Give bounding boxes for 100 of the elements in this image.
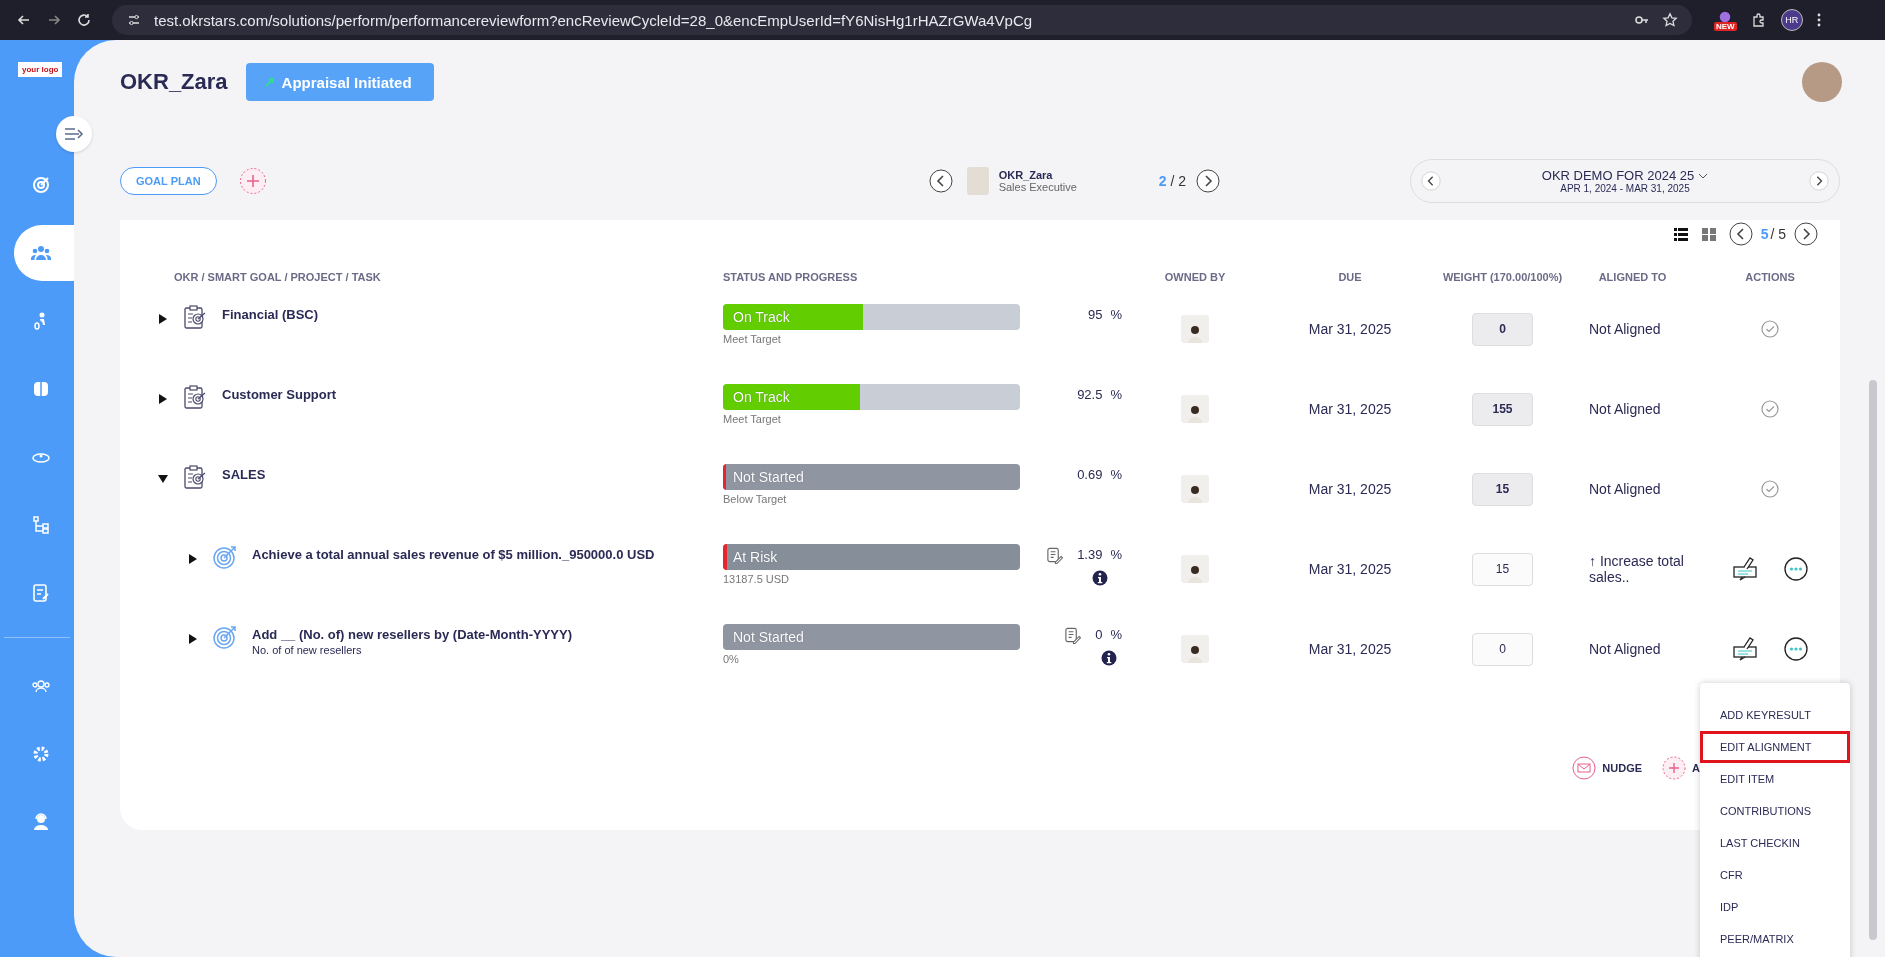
- column-header: STATUS AND PROGRESS: [723, 271, 859, 283]
- check-circle-icon[interactable]: [1760, 319, 1780, 339]
- employee-role: Sales Executive: [998, 181, 1078, 193]
- target-icon: [212, 544, 238, 570]
- team-icon: [31, 243, 51, 263]
- weight-field[interactable]: 15: [1472, 472, 1533, 506]
- target-icon: [212, 624, 238, 650]
- more-options-icon[interactable]: [1784, 557, 1808, 581]
- mail-icon: [1572, 756, 1597, 780]
- menu-item[interactable]: EDIT ALIGNMENT: [1700, 731, 1850, 763]
- menu-item[interactable]: CONTRIBUTIONS: [1700, 795, 1850, 827]
- employee-name: OKR_Zara: [998, 169, 1054, 181]
- goal-title[interactable]: Financial (BSC): [222, 307, 319, 322]
- more-options-icon[interactable]: [1784, 637, 1808, 661]
- page-current: 2: [1158, 173, 1167, 189]
- expand-arrow-icon[interactable]: [188, 554, 198, 564]
- period-dates: APR 1, 2024 - MAR 31, 2025: [1560, 183, 1690, 194]
- due-date: Mar 31, 2025: [1308, 561, 1392, 577]
- percent-unit: %: [1110, 467, 1122, 482]
- column-header: ALIGNED TO: [1597, 271, 1668, 283]
- note-edit-icon[interactable]: [1046, 547, 1064, 564]
- add-icon: [1662, 756, 1687, 780]
- percent-unit: %: [1110, 307, 1122, 322]
- page-total: / 5: [1770, 226, 1786, 242]
- form-icon: [31, 583, 51, 603]
- person-silhouette-icon: [1185, 563, 1205, 583]
- expand-arrow-icon[interactable]: [188, 634, 198, 644]
- next-icon[interactable]: [1794, 222, 1818, 246]
- progress-note: 13187.5 USD: [723, 573, 791, 585]
- profile-button[interactable]: HR: [1780, 9, 1803, 31]
- person-silhouette-icon: [1185, 403, 1205, 423]
- due-date: Mar 31, 2025: [1308, 481, 1392, 497]
- goal-title[interactable]: SALES: [222, 467, 266, 482]
- progress-percent: 0: [1095, 627, 1103, 642]
- next-icon[interactable]: [1196, 169, 1220, 193]
- person-silhouette-icon: [1185, 643, 1205, 663]
- expand-arrow-icon[interactable]: [158, 314, 168, 324]
- address-bar[interactable]: test.okrstars.com/solutions/perform/performancereviewform?encReviewCycleId=28_0&encEmpUserId=fY6NisHg1rHAZrGWa4VpCg: [112, 5, 1692, 35]
- collapse-arrow-icon[interactable]: [158, 474, 168, 484]
- status-label: On Track: [733, 309, 790, 325]
- aligned-to-text: Not Aligned: [1588, 641, 1662, 657]
- menu-item[interactable]: IDP: [1700, 891, 1850, 923]
- goal-title[interactable]: Add __ (No. of) new resellers by (Date-Month-YYYY): [252, 627, 572, 642]
- goal-title[interactable]: Achieve a total annual sales revenue of $5 million._950000.0 USD: [252, 547, 655, 562]
- previous-icon[interactable]: [1728, 222, 1753, 246]
- star-icon[interactable]: [1662, 12, 1678, 28]
- column-header: ACTIONS: [1744, 271, 1796, 283]
- menu-item[interactable]: EDIT ITEM: [1700, 763, 1850, 795]
- puzzle-icon[interactable]: [1750, 12, 1767, 28]
- menu-icon[interactable]: [1816, 12, 1821, 28]
- info-icon[interactable]: [1100, 650, 1117, 666]
- progress-percent: 1.39: [1077, 547, 1103, 562]
- percent-unit: %: [1110, 387, 1122, 402]
- aligned-to-text: Not Aligned: [1588, 321, 1662, 337]
- menu-item[interactable]: LAST CHECKIN: [1700, 827, 1850, 859]
- chevron-down-icon: [1698, 172, 1709, 179]
- menu-item[interactable]: ADD KEYRESULT: [1700, 699, 1850, 731]
- person-silhouette-icon: [1185, 323, 1205, 343]
- nudge-button[interactable]: NUDGE: [1572, 756, 1643, 780]
- clipboard-target-icon: [182, 464, 208, 490]
- add-button[interactable]: A: [1662, 756, 1700, 780]
- note-edit-icon[interactable]: [1064, 627, 1082, 644]
- period-title: OKR DEMO FOR 2024 25: [1541, 168, 1695, 183]
- edit-note-icon[interactable]: [1732, 637, 1758, 661]
- page-current: 5: [1760, 226, 1769, 242]
- menu-item[interactable]: CFR: [1700, 859, 1850, 891]
- info-icon[interactable]: [1091, 570, 1108, 586]
- edit-note-icon[interactable]: [1732, 557, 1758, 581]
- extension-button[interactable]: NEW: [1714, 9, 1737, 31]
- scrollbar-thumb[interactable]: [1868, 380, 1877, 940]
- site-settings-icon[interactable]: [126, 12, 142, 28]
- percent-unit: %: [1110, 627, 1122, 642]
- aligned-to-text: Not Aligned: [1588, 481, 1662, 497]
- weight-field[interactable]: 15: [1472, 552, 1533, 586]
- sidebar-item[interactable]: [14, 225, 74, 281]
- goal-title[interactable]: Customer Support: [222, 387, 337, 402]
- support-icon: [31, 812, 51, 832]
- list-view-icon[interactable]: [1672, 226, 1689, 242]
- previous-icon[interactable]: [928, 169, 953, 193]
- column-header: WEIGHT (170.00/100%): [1441, 271, 1564, 283]
- progress-note: 0%: [723, 653, 740, 665]
- weight-field[interactable]: 0: [1472, 632, 1533, 666]
- expand-arrow-icon[interactable]: [158, 394, 168, 404]
- progress-percent: 95: [1087, 307, 1103, 322]
- page-title: OKR_Zara: [120, 69, 228, 95]
- aligned-to-text: Not Aligned: [1588, 401, 1662, 417]
- check-circle-icon[interactable]: [1760, 399, 1780, 419]
- reload-icon[interactable]: [76, 12, 92, 28]
- clipboard-target-icon: [182, 384, 208, 410]
- due-date: Mar 31, 2025: [1308, 401, 1392, 417]
- page-total: / 2: [1170, 173, 1186, 189]
- column-header: OKR / SMART GOAL / PROJECT / TASK: [173, 271, 382, 283]
- grid-view-icon[interactable]: [1700, 226, 1717, 242]
- weight-field[interactable]: 0: [1472, 312, 1533, 346]
- due-date: Mar 31, 2025: [1308, 641, 1392, 657]
- weight-field[interactable]: 155: [1472, 392, 1533, 426]
- menu-item[interactable]: PEER/MATRIX: [1700, 923, 1850, 955]
- check-circle-icon[interactable]: [1760, 479, 1780, 499]
- status-label: On Track: [733, 389, 790, 405]
- status-label: Not Started: [733, 469, 804, 485]
